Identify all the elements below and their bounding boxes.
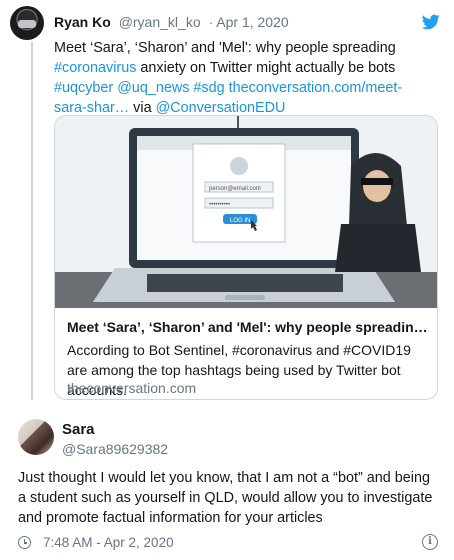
author-name[interactable]: Sara bbox=[62, 421, 95, 438]
tweet-text: Just thought I would let you know, that … bbox=[18, 470, 433, 526]
card-domain[interactable]: theconversation.com bbox=[67, 380, 196, 396]
twitter-bird-icon[interactable] bbox=[422, 14, 440, 30]
tweet-link[interactable]: #coronavirus bbox=[54, 60, 136, 76]
tweet-header: Ryan Ko @ryan_kl_ko · Apr 1, 2020 bbox=[54, 14, 289, 30]
card-image-login-label: LOG IN bbox=[230, 218, 250, 224]
author-handle[interactable]: @Sara89629382 bbox=[62, 441, 168, 457]
tweet-timestamp[interactable]: 7:48 AM - Apr 2, 2020 bbox=[18, 535, 174, 550]
info-icon[interactable]: i bbox=[422, 534, 438, 550]
clock-icon bbox=[18, 536, 31, 549]
tweet-text-segment: anxiety on Twitter might actually be bot… bbox=[136, 60, 396, 76]
link-card[interactable]: person@email.com •••••••••• LOG IN Meet … bbox=[54, 115, 438, 400]
tweet-date[interactable]: · Apr 1, 2020 bbox=[209, 14, 289, 30]
avatar[interactable] bbox=[18, 419, 54, 455]
avatar[interactable] bbox=[10, 6, 44, 40]
tweet-text-segment: Meet ‘Sara’, ‘Sharon’ and 'Mel': why peo… bbox=[54, 40, 396, 56]
tweet-text: Meet ‘Sara’, ‘Sharon’ and 'Mel': why peo… bbox=[54, 38, 434, 118]
tweet-link[interactable]: #sdg bbox=[193, 80, 224, 96]
card-image-email-field: person@email.com bbox=[209, 186, 261, 192]
author-handle[interactable]: @ryan_kl_ko bbox=[119, 14, 201, 30]
tweet-link[interactable]: @uq_news bbox=[117, 80, 189, 96]
author-name[interactable]: Ryan Ko bbox=[54, 14, 111, 30]
tweet-text-segment: via bbox=[129, 100, 156, 116]
timestamp-label[interactable]: 7:48 AM - Apr 2, 2020 bbox=[43, 535, 174, 550]
tweet-link[interactable]: #uqcyber bbox=[54, 80, 113, 96]
tweet-link[interactable]: @ConversationEDU bbox=[156, 100, 286, 116]
card-title[interactable]: Meet ‘Sara’, ‘Sharon’ and 'Mel': why peo… bbox=[67, 319, 429, 335]
thread-line bbox=[31, 42, 33, 400]
card-image: person@email.com •••••••••• LOG IN bbox=[55, 116, 437, 308]
card-image-password-field: •••••••••• bbox=[209, 202, 230, 208]
